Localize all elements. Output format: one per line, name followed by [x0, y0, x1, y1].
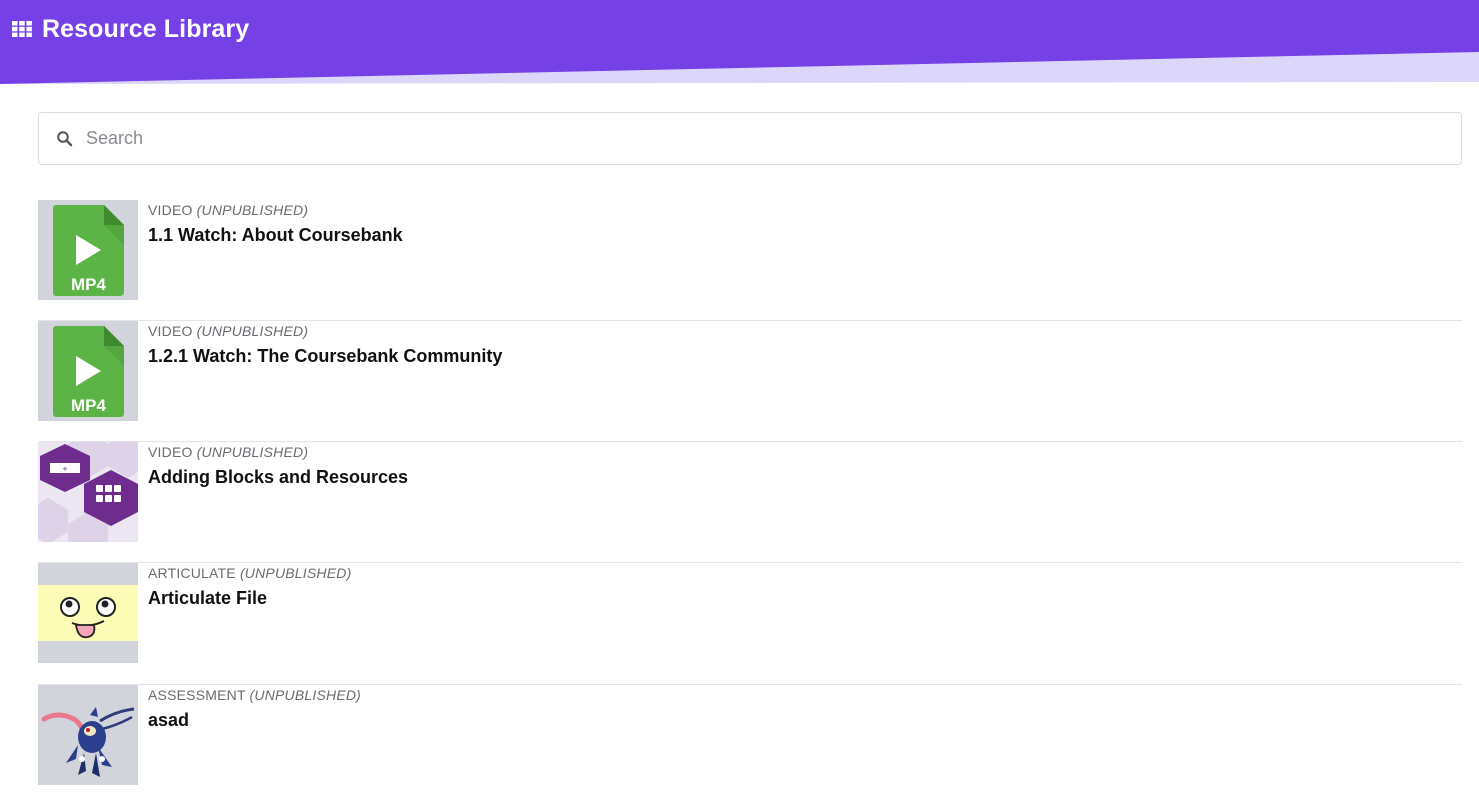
resource-title[interactable]: Articulate File [148, 587, 351, 609]
search-input[interactable] [86, 113, 1461, 164]
page-title: Resource Library [42, 14, 250, 43]
resource-title[interactable]: asad [148, 709, 361, 731]
resource-status: (UNPUBLISHED) [196, 202, 309, 218]
grid-icon[interactable] [12, 21, 32, 37]
creature-thumbnail [38, 685, 138, 785]
resource-item[interactable]: + VIDEO (UNPUBLISHED) Adding Blocks and … [38, 442, 1462, 563]
resource-meta: ARTICULATE (UNPUBLISHED) Articulate File [148, 565, 351, 609]
svg-text:+: + [62, 464, 67, 474]
resource-thumbnail [38, 563, 138, 663]
silly-face-thumbnail [38, 563, 138, 663]
mp4-file-icon: MP4 [38, 321, 138, 421]
resource-type: VIDEO [148, 444, 193, 460]
page-title-group: Resource Library [12, 13, 249, 45]
resource-meta: VIDEO (UNPUBLISHED) 1.2.1 Watch: The Cou… [148, 323, 502, 367]
resource-item[interactable]: ARTICULATE (UNPUBLISHED) Articulate File [38, 563, 1462, 685]
resource-meta: ASSESSMENT (UNPUBLISHED) asad [148, 687, 361, 731]
resource-status: (UNPUBLISHED) [239, 565, 352, 581]
resource-item[interactable]: MP4 VIDEO (UNPUBLISHED) 1.1 Watch: About… [38, 200, 1462, 321]
resource-item[interactable]: MP4 VIDEO (UNPUBLISHED) 1.2.1 Watch: The… [38, 321, 1462, 442]
mp4-file-icon: MP4 [38, 200, 138, 300]
resource-type-line: VIDEO (UNPUBLISHED) [148, 323, 502, 339]
resource-meta: VIDEO (UNPUBLISHED) 1.1 Watch: About Cou… [148, 202, 403, 246]
resource-type-line: ARTICULATE (UNPUBLISHED) [148, 565, 351, 581]
resource-type-line: VIDEO (UNPUBLISHED) [148, 444, 408, 460]
resource-status: (UNPUBLISHED) [196, 323, 309, 339]
hexagon-blocks-thumbnail: + [38, 442, 138, 542]
resource-item[interactable]: ASSESSMENT (UNPUBLISHED) asad [38, 685, 1462, 806]
resource-thumbnail: MP4 [38, 200, 138, 300]
search-icon [57, 130, 73, 146]
resource-thumbnail: MP4 [38, 321, 138, 421]
resource-type: VIDEO [148, 202, 193, 218]
resource-status: (UNPUBLISHED) [196, 444, 309, 460]
resource-title[interactable]: 1.1 Watch: About Coursebank [148, 224, 403, 246]
resource-thumbnail: + [38, 442, 138, 542]
resource-list: MP4 VIDEO (UNPUBLISHED) 1.1 Watch: About… [38, 200, 1462, 806]
resource-type-line: VIDEO (UNPUBLISHED) [148, 202, 403, 218]
resource-status: (UNPUBLISHED) [249, 687, 362, 703]
resource-type-line: ASSESSMENT (UNPUBLISHED) [148, 687, 361, 703]
search-bar[interactable] [38, 112, 1462, 165]
resource-type: VIDEO [148, 323, 193, 339]
resource-meta: VIDEO (UNPUBLISHED) Adding Blocks and Re… [148, 444, 408, 488]
mp4-label: MP4 [71, 275, 107, 294]
resource-type: ARTICULATE [148, 565, 236, 581]
resource-title[interactable]: Adding Blocks and Resources [148, 466, 408, 488]
mp4-label: MP4 [71, 396, 107, 415]
resource-type: ASSESSMENT [148, 687, 246, 703]
app-header: Resource Library [0, 0, 1479, 84]
resource-title[interactable]: 1.2.1 Watch: The Coursebank Community [148, 345, 502, 367]
resource-thumbnail [38, 685, 138, 785]
